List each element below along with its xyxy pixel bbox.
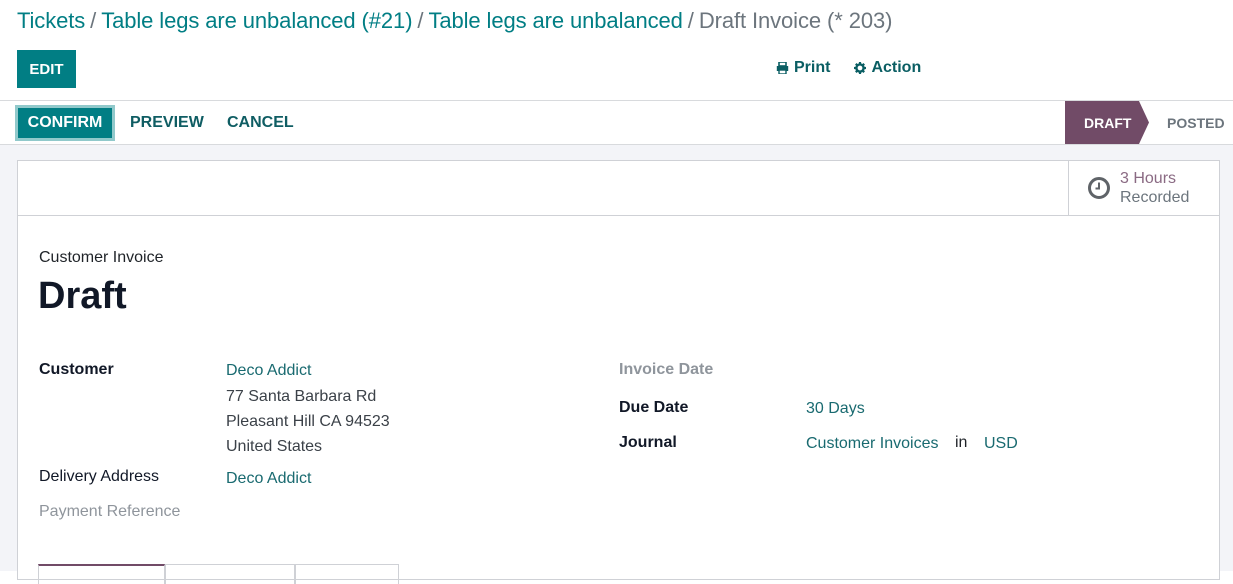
customer-address-city: Pleasant Hill CA 94523	[226, 413, 390, 430]
invoice-date-label: Invoice Date	[619, 361, 714, 378]
stat-label: Recorded	[1120, 189, 1190, 206]
due-date-label: Due Date	[619, 399, 689, 416]
journal-label: Journal	[619, 434, 677, 451]
breadcrumb-ticket[interactable]: Table legs are unbalanced (#21)	[101, 8, 412, 33]
form-sheet: 3 Hours Recorded Customer Invoice Draft …	[17, 160, 1220, 584]
customer-link[interactable]: Deco Addict	[226, 362, 311, 380]
document-type: Customer Invoice	[39, 249, 164, 266]
customer-address-street: 77 Santa Barbara Rd	[226, 388, 377, 405]
notebook-tabs	[38, 564, 399, 584]
customer-address-country: United States	[226, 438, 323, 455]
customer-label: Customer	[39, 361, 114, 378]
due-date-value[interactable]: 30 Days	[806, 400, 865, 418]
preview-button[interactable]: PREVIEW	[130, 105, 204, 141]
stat-value: 3 Hours	[1120, 170, 1177, 187]
tab-journal-items[interactable]	[165, 564, 295, 584]
stat-text: 3 Hours Recorded	[1120, 169, 1189, 207]
breadcrumb-current: Draft Invoice (* 203)	[698, 8, 893, 33]
payment-reference-label: Payment Reference	[39, 503, 181, 520]
action-menus: Print Action	[776, 59, 921, 77]
document-title: Draft	[38, 275, 127, 317]
printer-icon	[776, 62, 789, 74]
breadcrumb-separator: /	[687, 8, 694, 33]
breadcrumb: Tickets / Table legs are unbalanced (#21) /…	[17, 8, 892, 34]
button-box: 3 Hours Recorded	[18, 161, 1219, 216]
statusbar: CONFIRM PREVIEW CANCEL DRAFT POSTED	[0, 101, 1233, 145]
journal-value[interactable]: Customer Invoices	[806, 435, 939, 453]
breadcrumb-task[interactable]: Table legs are unbalanced	[428, 8, 682, 33]
delivery-address-label: Delivery Address	[39, 468, 160, 485]
delivery-address-link[interactable]: Deco Addict	[226, 470, 311, 488]
gear-icon	[854, 62, 867, 74]
control-panel: Tickets / Table legs are unbalanced (#21) /…	[0, 0, 1233, 101]
breadcrumb-tickets[interactable]: Tickets	[17, 8, 85, 33]
stage-posted[interactable]: POSTED	[1167, 101, 1225, 144]
action-label: Action	[871, 59, 922, 76]
timesheet-stat-button[interactable]: 3 Hours Recorded	[1068, 161, 1219, 215]
print-dropdown[interactable]: Print	[776, 59, 830, 77]
clock-icon	[1088, 177, 1110, 199]
edit-button[interactable]: EDIT	[17, 50, 76, 88]
tab-invoice-lines[interactable]	[38, 564, 165, 584]
tab-other-info[interactable]	[295, 564, 399, 584]
stage-draft[interactable]: DRAFT	[1065, 101, 1149, 144]
currency-value[interactable]: USD	[984, 435, 1018, 453]
cancel-button[interactable]: CANCEL	[227, 105, 294, 141]
journal-in-text: in	[955, 434, 968, 451]
print-label: Print	[794, 59, 831, 76]
action-dropdown[interactable]: Action	[854, 59, 921, 77]
breadcrumb-separator: /	[417, 8, 424, 33]
confirm-button[interactable]: CONFIRM	[15, 105, 115, 141]
breadcrumb-separator: /	[90, 8, 97, 33]
